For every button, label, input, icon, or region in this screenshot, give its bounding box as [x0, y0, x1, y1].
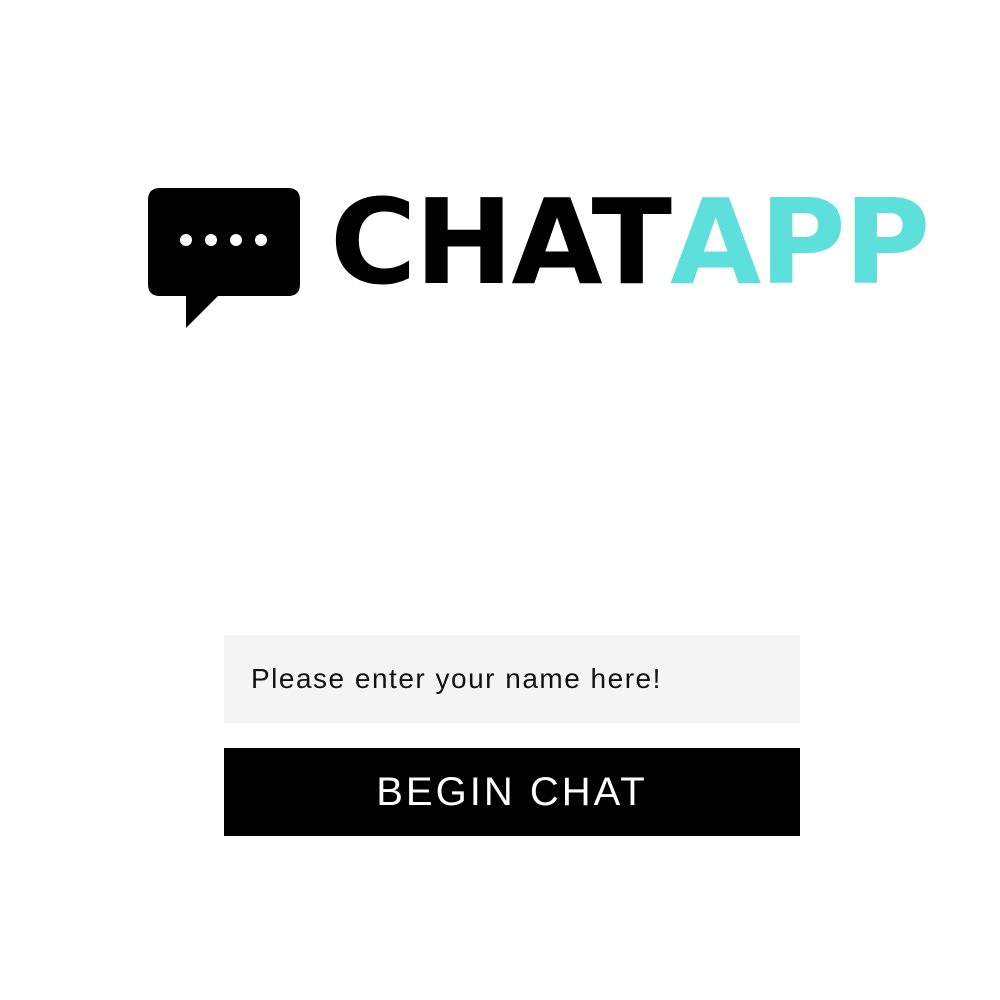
app-logo: CHAT APP — [148, 183, 930, 328]
begin-chat-button[interactable]: BEGIN CHAT — [224, 748, 800, 836]
wordmark-app: APP — [670, 173, 930, 311]
name-input[interactable] — [224, 635, 800, 723]
wordmark-chat: CHAT — [330, 173, 672, 311]
app-wordmark: CHAT APP — [330, 173, 930, 328]
chat-bubble-icon — [148, 188, 300, 328]
login-page: CHAT APP BEGIN CHAT — [0, 0, 1000, 1000]
